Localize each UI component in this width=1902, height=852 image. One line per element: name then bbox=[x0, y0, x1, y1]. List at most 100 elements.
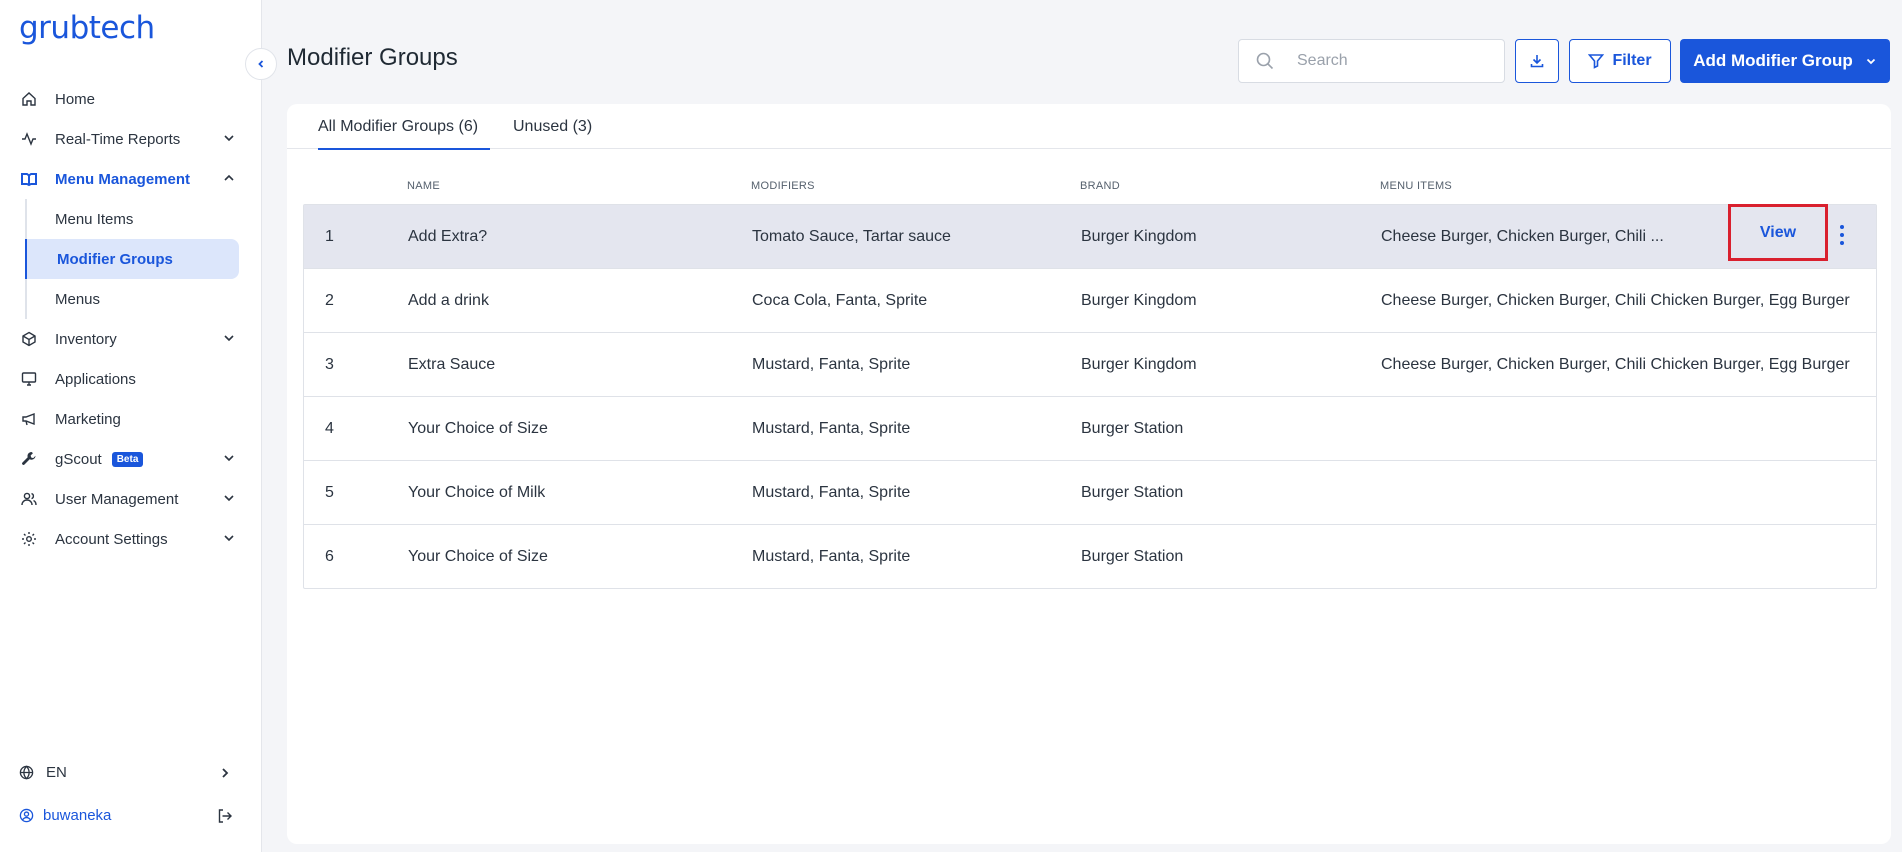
row-modifiers: Tomato Sauce, Tartar sauce bbox=[752, 228, 951, 245]
table-row[interactable]: 3 Extra Sauce Mustard, Fanta, Sprite Bur… bbox=[304, 333, 1876, 397]
view-button[interactable]: View bbox=[1728, 204, 1828, 261]
sidebar-nav: Home Real-Time Reports Menu Management M… bbox=[0, 79, 262, 559]
filter-button[interactable]: Filter bbox=[1569, 39, 1671, 83]
language-selector[interactable]: EN bbox=[19, 764, 234, 781]
sidebar-item-home[interactable]: Home bbox=[0, 79, 262, 119]
gear-icon bbox=[20, 530, 38, 548]
tab-unused[interactable]: Unused (3) bbox=[513, 118, 592, 148]
row-modifiers: Mustard, Fanta, Sprite bbox=[752, 548, 911, 565]
chevron-down-icon bbox=[224, 535, 234, 542]
filter-icon bbox=[1588, 54, 1605, 69]
row-menu-items: Cheese Burger, Chicken Burger, Chili Chi… bbox=[1381, 292, 1850, 309]
username: buwaneka bbox=[43, 807, 112, 824]
column-header-menu-items[interactable]: MENU ITEMS bbox=[1380, 180, 1854, 192]
row-name: Add Extra? bbox=[408, 228, 488, 245]
row-number: 6 bbox=[325, 548, 334, 565]
row-number: 3 bbox=[325, 356, 334, 373]
grubtech-logo[interactable]: grubtech bbox=[19, 10, 155, 46]
chevron-up-icon bbox=[224, 174, 234, 181]
sidebar-item-user-management[interactable]: User Management bbox=[0, 479, 262, 519]
more-options-icon[interactable] bbox=[1835, 225, 1849, 245]
row-name: Add a drink bbox=[408, 292, 489, 309]
chevron-left-icon bbox=[258, 60, 264, 68]
table-row[interactable]: 6 Your Choice of Size Mustard, Fanta, Sp… bbox=[304, 525, 1876, 588]
tab-bar: All Modifier Groups (6) Unused (3) bbox=[287, 104, 1891, 150]
column-header-modifiers[interactable]: MODIFIERS bbox=[751, 180, 815, 192]
row-modifiers: Mustard, Fanta, Sprite bbox=[752, 356, 911, 373]
sidebar-item-label: Home bbox=[55, 90, 96, 108]
filter-label: Filter bbox=[1612, 52, 1652, 69]
sidebar-subitem-menu-items[interactable]: Menu Items bbox=[25, 199, 262, 239]
sidebar-item-inventory[interactable]: Inventory bbox=[0, 319, 262, 359]
search-input[interactable] bbox=[1297, 52, 1477, 70]
table-row[interactable]: 2 Add a drink Coca Cola, Fanta, Sprite B… bbox=[304, 269, 1876, 333]
collapse-sidebar-button[interactable] bbox=[245, 48, 277, 80]
users-icon bbox=[20, 490, 38, 508]
megaphone-icon bbox=[20, 410, 38, 428]
download-button[interactable] bbox=[1515, 39, 1559, 83]
language-label: EN bbox=[46, 764, 67, 781]
modifier-groups-table: NAME MODIFIERS BRAND MENU ITEMS 1 Add Ex… bbox=[303, 162, 1877, 589]
row-name: Extra Sauce bbox=[408, 356, 496, 373]
row-name: Your Choice of Size bbox=[408, 420, 548, 437]
row-modifiers: Coca Cola, Fanta, Sprite bbox=[752, 292, 928, 309]
table-header: NAME MODIFIERS BRAND MENU ITEMS bbox=[303, 162, 1877, 204]
chevron-right-icon bbox=[222, 768, 229, 778]
sidebar-subitem-menus[interactable]: Menus bbox=[25, 279, 262, 319]
globe-icon bbox=[19, 764, 35, 781]
column-header-brand[interactable]: BRAND bbox=[1080, 180, 1120, 192]
table-row[interactable]: 1 Add Extra? Tomato Sauce, Tartar sauce … bbox=[304, 204, 1876, 269]
search-icon bbox=[1256, 52, 1274, 70]
sidebar-subitem-modifier-groups[interactable]: Modifier Groups bbox=[25, 239, 239, 279]
sidebar-item-label: gScout bbox=[55, 450, 102, 468]
row-brand: Burger Station bbox=[1081, 484, 1184, 501]
sidebar-item-menu-management[interactable]: Menu Management bbox=[0, 159, 262, 199]
row-brand: Burger Station bbox=[1081, 548, 1184, 565]
sidebar-item-label: Account Settings bbox=[55, 530, 168, 548]
sidebar-item-account-settings[interactable]: Account Settings bbox=[0, 519, 262, 559]
sidebar-item-real-time-reports[interactable]: Real-Time Reports bbox=[0, 119, 262, 159]
row-brand: Burger Station bbox=[1081, 420, 1184, 437]
row-menu-items: Cheese Burger, Chicken Burger, Chili ... bbox=[1381, 228, 1664, 245]
chevron-down-icon bbox=[224, 135, 234, 142]
row-number: 2 bbox=[325, 292, 334, 309]
table-row[interactable]: 4 Your Choice of Size Mustard, Fanta, Sp… bbox=[304, 397, 1876, 461]
sidebar: grubtech Home Real-Time Reports Menu Man… bbox=[0, 0, 262, 852]
logout-icon[interactable] bbox=[217, 808, 233, 824]
row-brand: Burger Kingdom bbox=[1081, 356, 1197, 373]
user-circle-icon bbox=[19, 808, 35, 824]
box-icon bbox=[20, 330, 38, 348]
row-menu-items: Cheese Burger, Chicken Burger, Chili Chi… bbox=[1381, 356, 1850, 373]
row-brand: Burger Kingdom bbox=[1081, 292, 1197, 309]
row-modifiers: Mustard, Fanta, Sprite bbox=[752, 420, 911, 437]
table-row[interactable]: 5 Your Choice of Milk Mustard, Fanta, Sp… bbox=[304, 461, 1876, 525]
activity-icon bbox=[20, 130, 38, 148]
column-header-name[interactable]: NAME bbox=[407, 180, 440, 192]
search-box[interactable] bbox=[1238, 39, 1505, 83]
page-title: Modifier Groups bbox=[287, 44, 458, 71]
menu-management-submenu: Menu Items Modifier Groups Menus bbox=[25, 199, 262, 319]
sidebar-item-label: Menu Management bbox=[55, 170, 191, 188]
chevron-down-icon bbox=[224, 455, 234, 462]
sidebar-item-applications[interactable]: Applications bbox=[0, 359, 262, 399]
row-name: Your Choice of Milk bbox=[408, 484, 546, 501]
table-body: 1 Add Extra? Tomato Sauce, Tartar sauce … bbox=[303, 204, 1877, 589]
add-modifier-group-button[interactable]: Add Modifier Group bbox=[1680, 39, 1890, 83]
sidebar-item-marketing[interactable]: Marketing bbox=[0, 399, 262, 439]
home-icon bbox=[20, 90, 38, 108]
add-label: Add Modifier Group bbox=[1693, 51, 1853, 70]
sidebar-item-gscout[interactable]: gScout Beta bbox=[0, 439, 262, 479]
user-profile[interactable]: buwaneka bbox=[19, 807, 234, 824]
row-brand: Burger Kingdom bbox=[1081, 228, 1197, 245]
book-icon bbox=[20, 170, 38, 188]
tab-all-modifier-groups[interactable]: All Modifier Groups (6) bbox=[318, 118, 491, 150]
sidebar-item-label: Marketing bbox=[55, 410, 121, 428]
modifier-groups-card: All Modifier Groups (6) Unused (3) NAME … bbox=[287, 104, 1891, 844]
chevron-down-icon bbox=[1866, 58, 1875, 65]
sidebar-item-label: Real-Time Reports bbox=[55, 130, 181, 148]
sidebar-item-label: User Management bbox=[55, 490, 179, 508]
monitor-icon bbox=[20, 370, 38, 388]
row-modifiers: Mustard, Fanta, Sprite bbox=[752, 484, 911, 501]
chevron-down-icon bbox=[224, 335, 234, 342]
row-number: 5 bbox=[325, 484, 334, 501]
